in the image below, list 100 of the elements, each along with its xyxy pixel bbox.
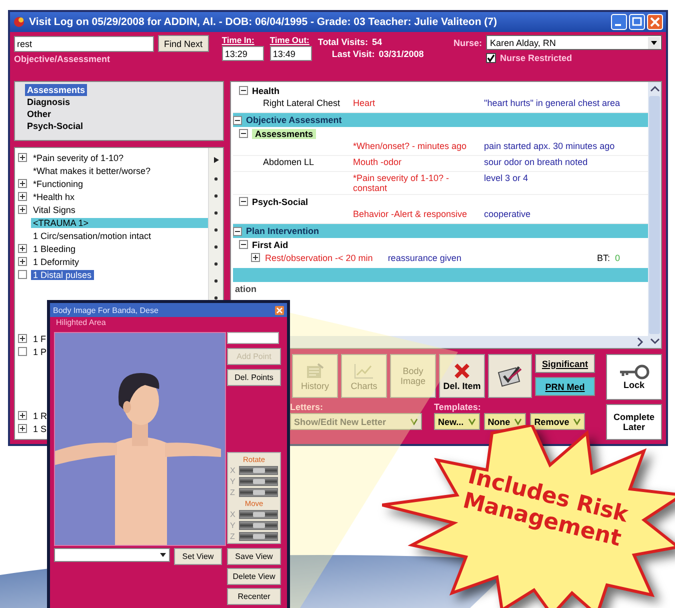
delete-button[interactable]: Del. Item — [439, 354, 485, 398]
expand-icon[interactable] — [18, 424, 27, 433]
finding-cell-text: Behavior -Alert & responsive — [353, 209, 468, 219]
question-item[interactable]: 1 Distal pulses — [31, 270, 94, 280]
question-item[interactable]: *Health hx — [31, 192, 77, 202]
expand-icon[interactable] — [18, 411, 27, 420]
category-item[interactable]: Assessments — [25, 84, 88, 96]
note-cell-text: sour odor on breath noted — [484, 157, 589, 167]
question-item[interactable]: 1 Deformity — [31, 256, 82, 266]
axis-slider[interactable] — [239, 477, 278, 486]
complete-later-button[interactable]: Complete Later — [606, 404, 662, 440]
question-item[interactable]: 1 Circ/sensation/motion intact — [31, 230, 154, 240]
template-dropdown[interactable]: Remove — [530, 413, 586, 430]
section-heading: Objective Assessment — [246, 115, 342, 125]
axis-slider[interactable] — [239, 466, 278, 475]
slider-thumb[interactable] — [252, 512, 264, 517]
axis-label: Z — [230, 532, 236, 541]
section-label: Hilighted Area — [55, 317, 107, 329]
expand-icon[interactable] — [18, 257, 27, 266]
expand-icon[interactable] — [18, 334, 27, 343]
dot-icon — [214, 245, 218, 249]
caret-icon — [573, 417, 582, 426]
category-item[interactable]: Other — [25, 108, 54, 120]
question-item[interactable]: 1 P — [31, 346, 49, 356]
question-item[interactable]: *What makes it better/worse? — [31, 166, 153, 176]
slider-thumb[interactable] — [252, 479, 264, 484]
toggle-button[interactable]: Significant — [535, 354, 595, 373]
expand-icon[interactable] — [18, 179, 27, 188]
expand-icon[interactable] — [18, 205, 27, 214]
set-view-button[interactable]: Set View — [174, 548, 222, 565]
collapse-icon[interactable] — [233, 116, 242, 124]
dot-icon — [214, 194, 218, 198]
slider-thumb[interactable] — [252, 534, 264, 539]
axis-slider[interactable] — [239, 532, 278, 541]
time-label: Time Out: — [270, 35, 310, 45]
scroll-right-icon[interactable] — [636, 337, 644, 347]
collapse-icon[interactable] — [239, 197, 248, 206]
checkbox[interactable] — [18, 270, 27, 279]
slider-thumb[interactable] — [252, 490, 264, 495]
location-cell-text: Abdomen LL — [263, 157, 316, 167]
question-item[interactable]: Vital Signs — [31, 204, 78, 214]
maximize-icon[interactable] — [629, 14, 645, 30]
checkbox[interactable] — [486, 53, 496, 63]
question-item[interactable]: <TRAUMA 1> — [31, 218, 208, 228]
collapse-icon[interactable] — [239, 240, 248, 249]
question-item[interactable]: 1 Bleeding — [31, 244, 78, 254]
finding-cell-text: *When/onset? - minutes ago — [353, 141, 468, 151]
question-item[interactable]: *Pain severity of 1-10? — [31, 152, 126, 162]
template-dropdown[interactable]: New... — [434, 413, 480, 430]
minimize-icon[interactable] — [611, 14, 627, 30]
visit-value: 54 — [372, 37, 382, 47]
question-item[interactable]: 1 F — [31, 334, 48, 344]
section-heading: ation — [235, 284, 256, 294]
time-field[interactable]: 13:29 — [222, 46, 264, 61]
time-field[interactable]: 13:49 — [270, 46, 312, 61]
axis-label: Z — [230, 488, 236, 497]
caret-icon — [410, 417, 418, 426]
toggle-button[interactable]: PRN Med — [535, 377, 595, 396]
close-icon[interactable] — [647, 14, 663, 30]
view-button[interactable]: Recenter — [227, 588, 281, 605]
edit-button[interactable] — [488, 354, 532, 398]
scroll-up-icon[interactable] — [650, 85, 660, 93]
slider-thumb[interactable] — [252, 523, 264, 528]
dot-icon — [214, 211, 218, 215]
collapse-icon[interactable] — [233, 226, 242, 236]
expand-icon[interactable] — [18, 244, 27, 253]
app-icon — [13, 16, 25, 28]
caret-icon — [468, 417, 476, 426]
key-icon — [618, 364, 650, 380]
axis-slider[interactable] — [239, 521, 278, 530]
scroll-down-icon[interactable] — [650, 337, 660, 345]
delete-points-button[interactable]: Del. Points — [227, 369, 281, 386]
slider-thumb[interactable] — [252, 468, 264, 473]
question-item[interactable]: 1 S — [31, 424, 49, 434]
template-dropdown[interactable]: None — [484, 413, 526, 430]
category-item[interactable]: Diagnosis — [25, 96, 72, 108]
expand-icon[interactable] — [18, 153, 27, 162]
view-button[interactable]: Save View — [227, 548, 281, 565]
axis-slider[interactable] — [239, 488, 278, 497]
axis-slider[interactable] — [239, 510, 278, 519]
lock-button[interactable]: Lock — [606, 354, 662, 400]
question-item[interactable]: 1 R — [31, 410, 50, 420]
search-field[interactable]: rest — [14, 36, 154, 52]
category-item[interactable]: Psych-Social — [25, 120, 86, 132]
collapse-icon[interactable] — [239, 129, 248, 138]
view-button[interactable]: Delete View — [227, 568, 281, 585]
checkbox[interactable] — [18, 347, 27, 356]
note-cell-text: cooperative — [484, 209, 532, 219]
nurse-dropdown[interactable]: Karen Alday, RN — [486, 35, 662, 50]
scroll-thumb[interactable] — [649, 96, 660, 334]
vertical-scrollbar[interactable] — [648, 82, 661, 348]
view-dropdown[interactable] — [54, 548, 170, 562]
point-name-field[interactable] — [227, 332, 279, 344]
close-icon[interactable] — [275, 306, 284, 314]
note-cell-text: level 3 or 4 — [484, 173, 530, 183]
collapse-icon[interactable] — [239, 86, 248, 95]
expand-icon[interactable] — [18, 192, 27, 201]
find-next-button[interactable]: Find Next — [158, 35, 209, 52]
expand-icon[interactable] — [251, 253, 260, 262]
question-item[interactable]: *Functioning — [31, 178, 86, 188]
